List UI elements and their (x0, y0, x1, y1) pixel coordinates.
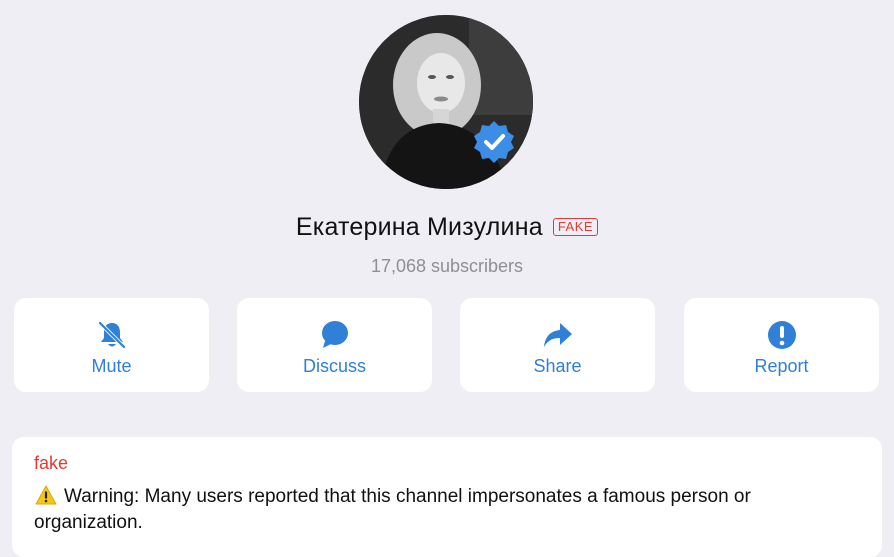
channel-name: Екатерина Мизулина (295, 212, 543, 241)
notice-title: fake (34, 453, 69, 473)
mute-label: Mute (91, 356, 132, 376)
mute-button[interactable]: Mute (14, 298, 209, 392)
notice-text: Warning: Many users reported that this c… (34, 486, 751, 533)
exclamation-circle-icon (768, 321, 796, 349)
bell-slash-icon (98, 321, 126, 349)
verified-badge-icon (474, 121, 514, 163)
action-buttons: Mute Discuss Share Report (14, 298, 880, 392)
notice-body: Warning: Many users reported that this c… (34, 484, 854, 536)
warning-icon (35, 485, 57, 505)
share-arrow-icon (544, 323, 572, 347)
channel-name-row: Екатерина Мизулина FAKE (0, 210, 894, 244)
discuss-label: Discuss (302, 356, 366, 376)
report-button[interactable]: Report (684, 298, 879, 392)
chat-bubble-icon (322, 321, 348, 348)
subscriber-count: 17,068 subscribers (370, 256, 524, 276)
share-label: Share (533, 356, 582, 376)
fake-badge: FAKE (552, 218, 599, 236)
fake-warning-card: fake Warning: Many users reported that t… (12, 437, 882, 557)
share-button[interactable]: Share (460, 298, 655, 392)
discuss-button[interactable]: Discuss (237, 298, 432, 392)
report-label: Report (754, 356, 809, 376)
